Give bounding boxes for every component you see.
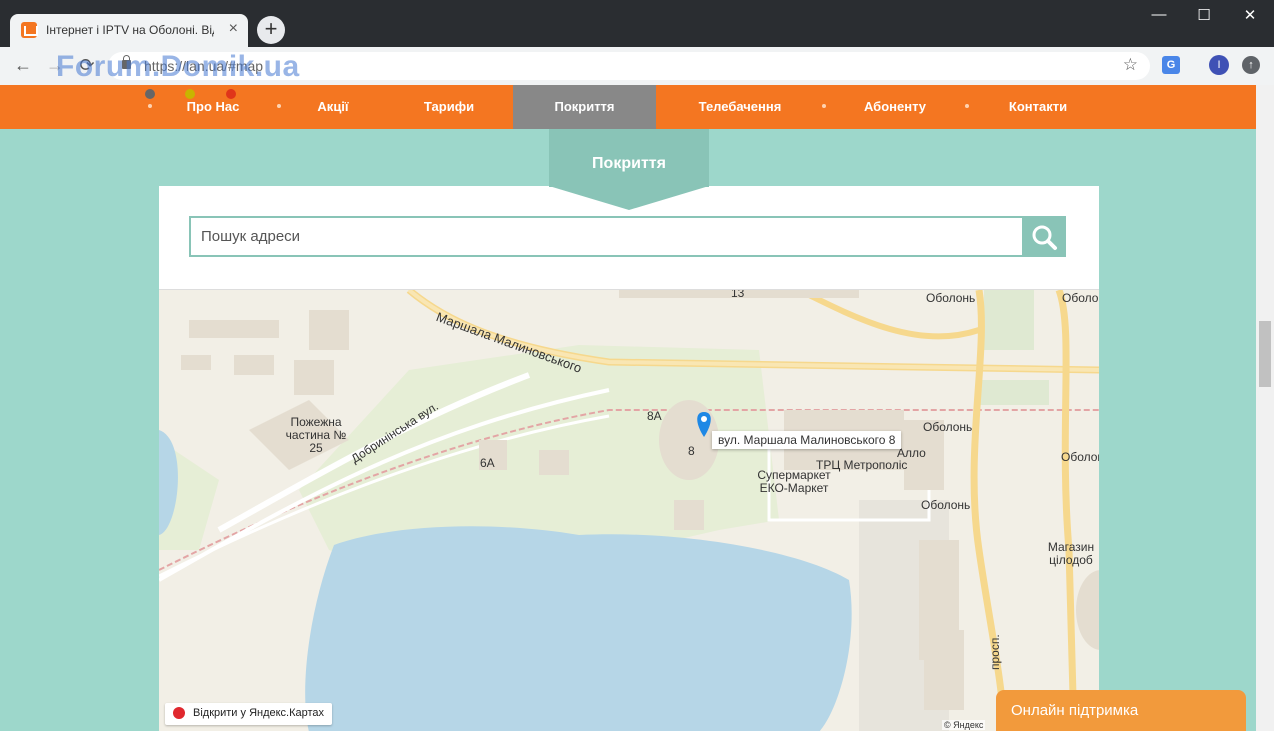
browser-tab[interactable]: Інтернет і IPTV на Оболоні. Від × [10,14,248,47]
nav-item-tariffs[interactable]: Тарифи [404,85,494,129]
browser-titlebar: Інтернет і IPTV на Оболоні. Від × + — ☐ … [0,0,1274,47]
open-yandex-label: Відкрити у Яндекс.Картах [193,707,325,719]
lock-icon [122,55,131,69]
site-nav: Про Нас Акції Тарифи Покриття Телебаченн… [0,85,1256,129]
back-button[interactable]: ← [12,55,34,76]
nav-item-subscriber[interactable]: Абоненту [850,85,940,129]
tab-close-icon[interactable]: × [229,20,238,38]
profile-avatar[interactable]: I [1209,55,1229,75]
poi-label-shop: Магазин цілодоб [1047,540,1095,567]
open-yandex-maps-link[interactable]: Відкрити у Яндекс.Картах [165,703,333,725]
place-label: Оболон [1062,291,1099,305]
close-window-button[interactable]: ✕ [1240,6,1260,24]
street-label: просп. [988,634,1002,670]
nav-dot [145,89,155,99]
metro-label: Оболонь [923,420,973,434]
online-support-button[interactable]: Онлайн підтримка [996,690,1246,731]
poi-label-supermarket: Супермаркет ЕКО-Маркет [757,468,831,495]
nav-separator [277,104,281,108]
url-text[interactable]: https://lan.ua/#map [144,58,263,74]
page-scrollbar[interactable] [1256,85,1274,731]
search-icon [1032,225,1057,250]
browser-toolbar: ← → ⟳ https://lan.ua/#map ☆ G I ↑ [0,47,1274,85]
place-label: Оболонь [926,291,976,305]
nav-separator [148,104,152,108]
poi-label-fire-station: Пожежна частина № 25 [285,415,347,455]
bookmark-star-icon[interactable]: ☆ [1123,55,1138,75]
minimize-button[interactable]: — [1149,6,1169,23]
nav-item-contacts[interactable]: Контакти [995,85,1081,129]
address-balloon[interactable]: вул. Маршала Малиновського 8 [712,431,902,449]
map-copyright: © Яндекс [942,720,986,730]
site-favicon-icon [21,22,38,38]
scrollbar-thumb[interactable] [1259,321,1271,387]
forward-button[interactable]: → [44,55,66,76]
reload-button[interactable]: ⟳ [76,55,98,76]
update-icon[interactable]: ↑ [1242,56,1260,74]
house-number: 13 [731,289,745,300]
house-number: 8А [647,409,662,423]
nav-item-tv[interactable]: Телебачення [680,85,800,129]
maximize-button[interactable]: ☐ [1194,6,1214,24]
section-title: Покриття [549,129,709,187]
coverage-map[interactable]: Маршала Малиновського Добринінська вул. … [159,289,1099,731]
new-tab-button[interactable]: + [257,16,285,44]
search-button[interactable] [1022,216,1066,257]
nav-separator [822,104,826,108]
tab-title: Інтернет і IPTV на Оболоні. Від [46,23,214,37]
nav-item-about[interactable]: Про Нас [170,85,256,129]
address-bar[interactable]: https://lan.ua/#map ☆ [108,52,1150,80]
nav-separator [965,104,969,108]
nav-item-coverage[interactable]: Покриття [513,85,656,129]
section-arrow [549,186,709,210]
nav-item-promotions[interactable]: Акції [292,85,374,129]
house-number: 6А [480,456,495,470]
translate-extension-icon[interactable]: G [1162,56,1180,74]
address-search-input[interactable] [189,216,1022,257]
house-number: 8 [688,444,695,458]
yandex-pin-icon [173,707,185,719]
metro-label: Оболон [1061,450,1099,464]
metro-label: Оболонь [921,498,971,512]
